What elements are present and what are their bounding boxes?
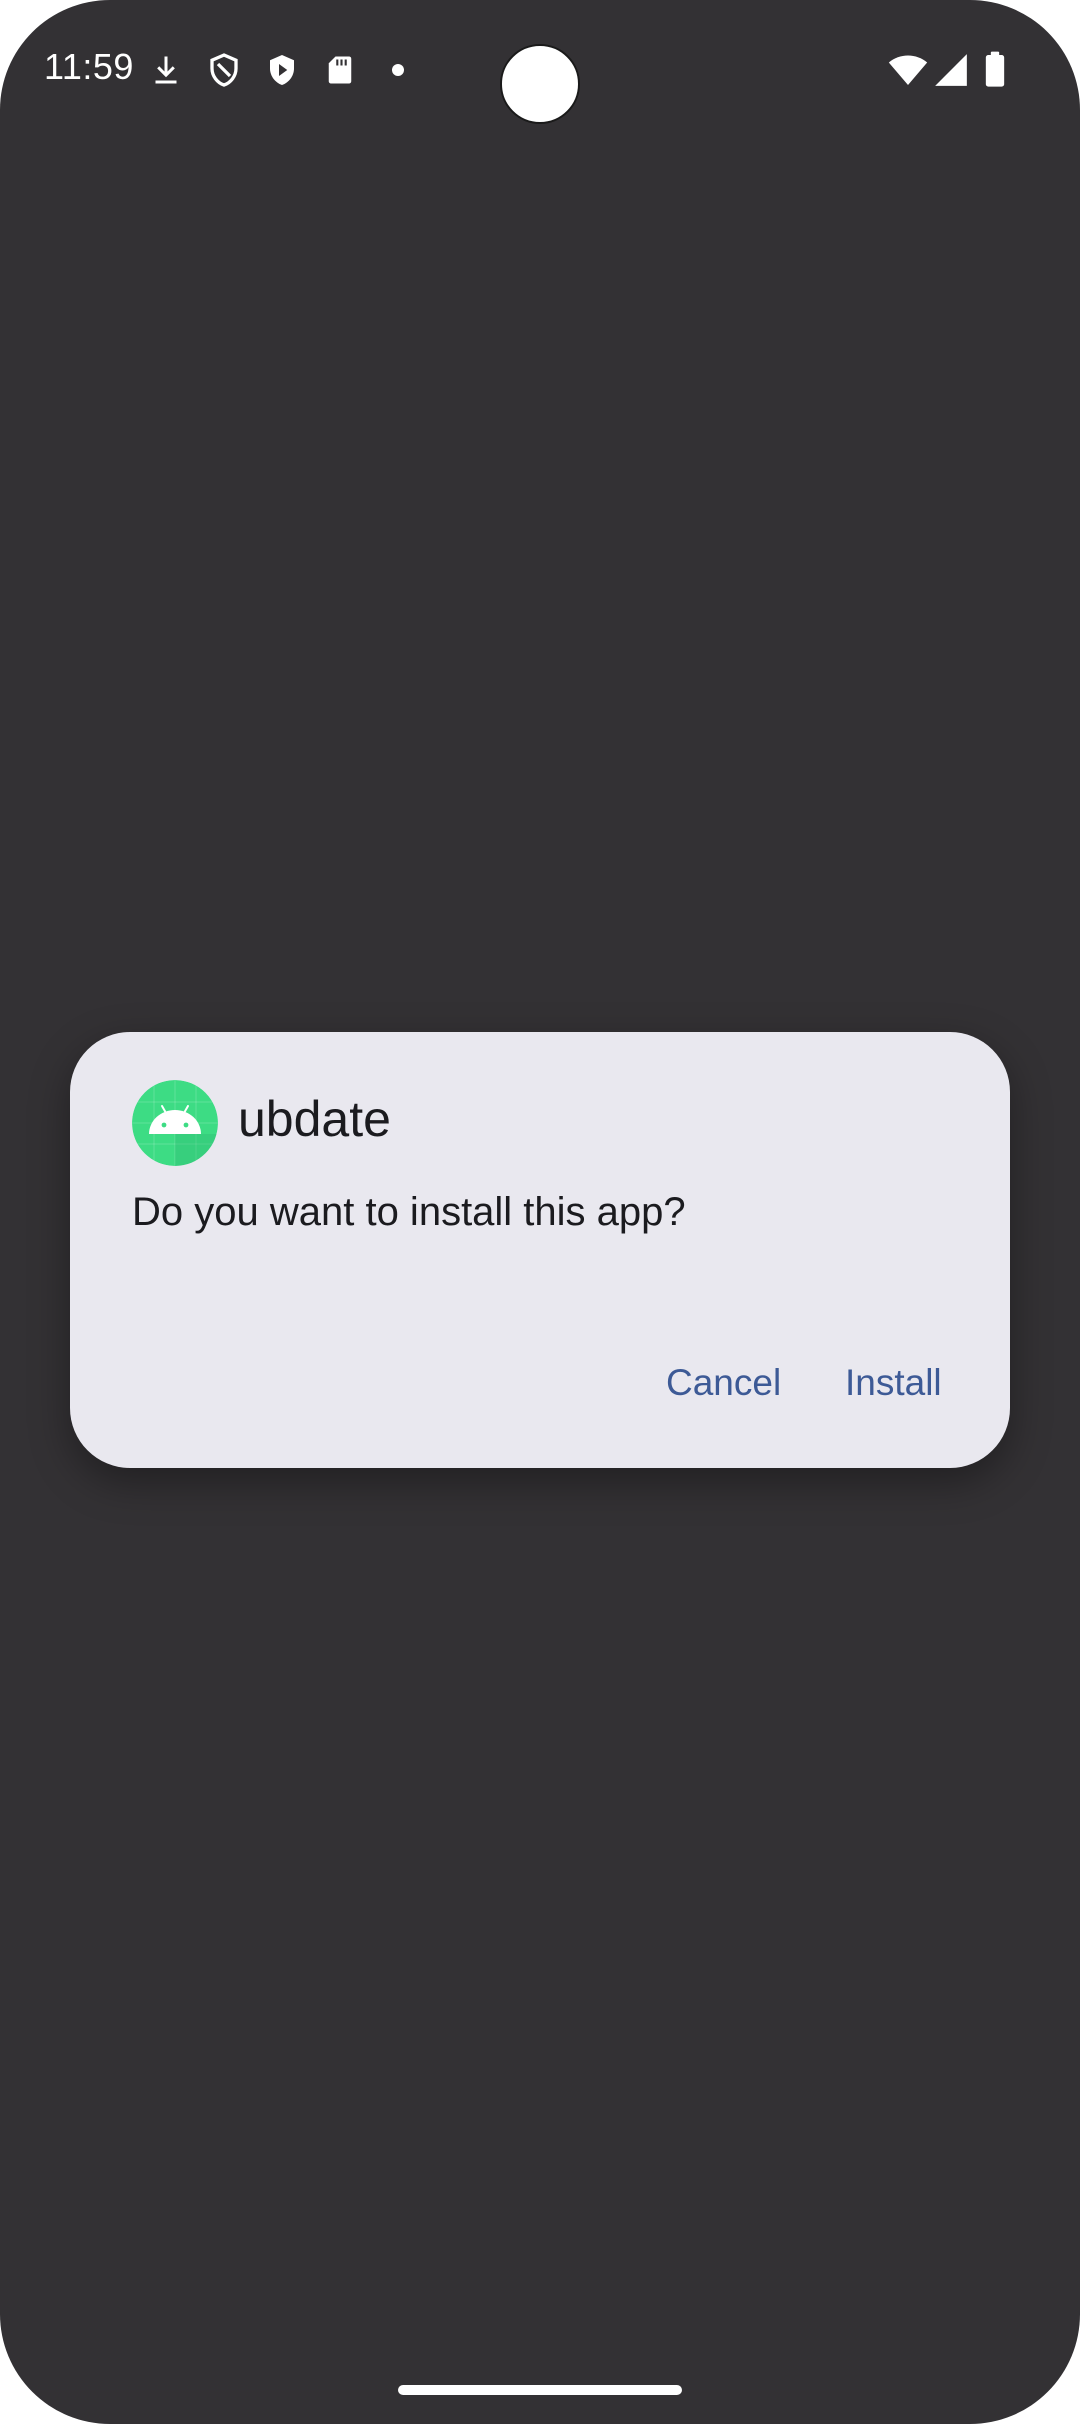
notification-dot-icon [392,64,404,76]
app-icon [132,1080,218,1166]
android-icon [132,1080,218,1166]
front-camera [500,44,580,124]
screen: 11:59 ubdate Do you want to install this… [0,0,1080,2424]
dialog-message: Do you want to install this app? [132,1190,686,1234]
wifi-icon [888,55,928,85]
cellular-signal-icon [935,54,967,86]
sd-card-icon [328,56,352,84]
gesture-nav-handle[interactable] [398,2385,682,2395]
install-dialog: ubdate Do you want to install this app? … [70,1032,1010,1468]
battery-icon [985,51,1005,87]
install-button[interactable]: Install [845,1362,942,1404]
download-icon [155,56,177,84]
shield-outline-icon [210,53,238,87]
play-shield-icon [270,55,294,85]
status-clock: 11:59 [44,46,134,87]
cancel-button[interactable]: Cancel [666,1362,781,1404]
status-bar: 11:59 [0,0,1080,140]
app-name: ubdate [238,1091,391,1147]
